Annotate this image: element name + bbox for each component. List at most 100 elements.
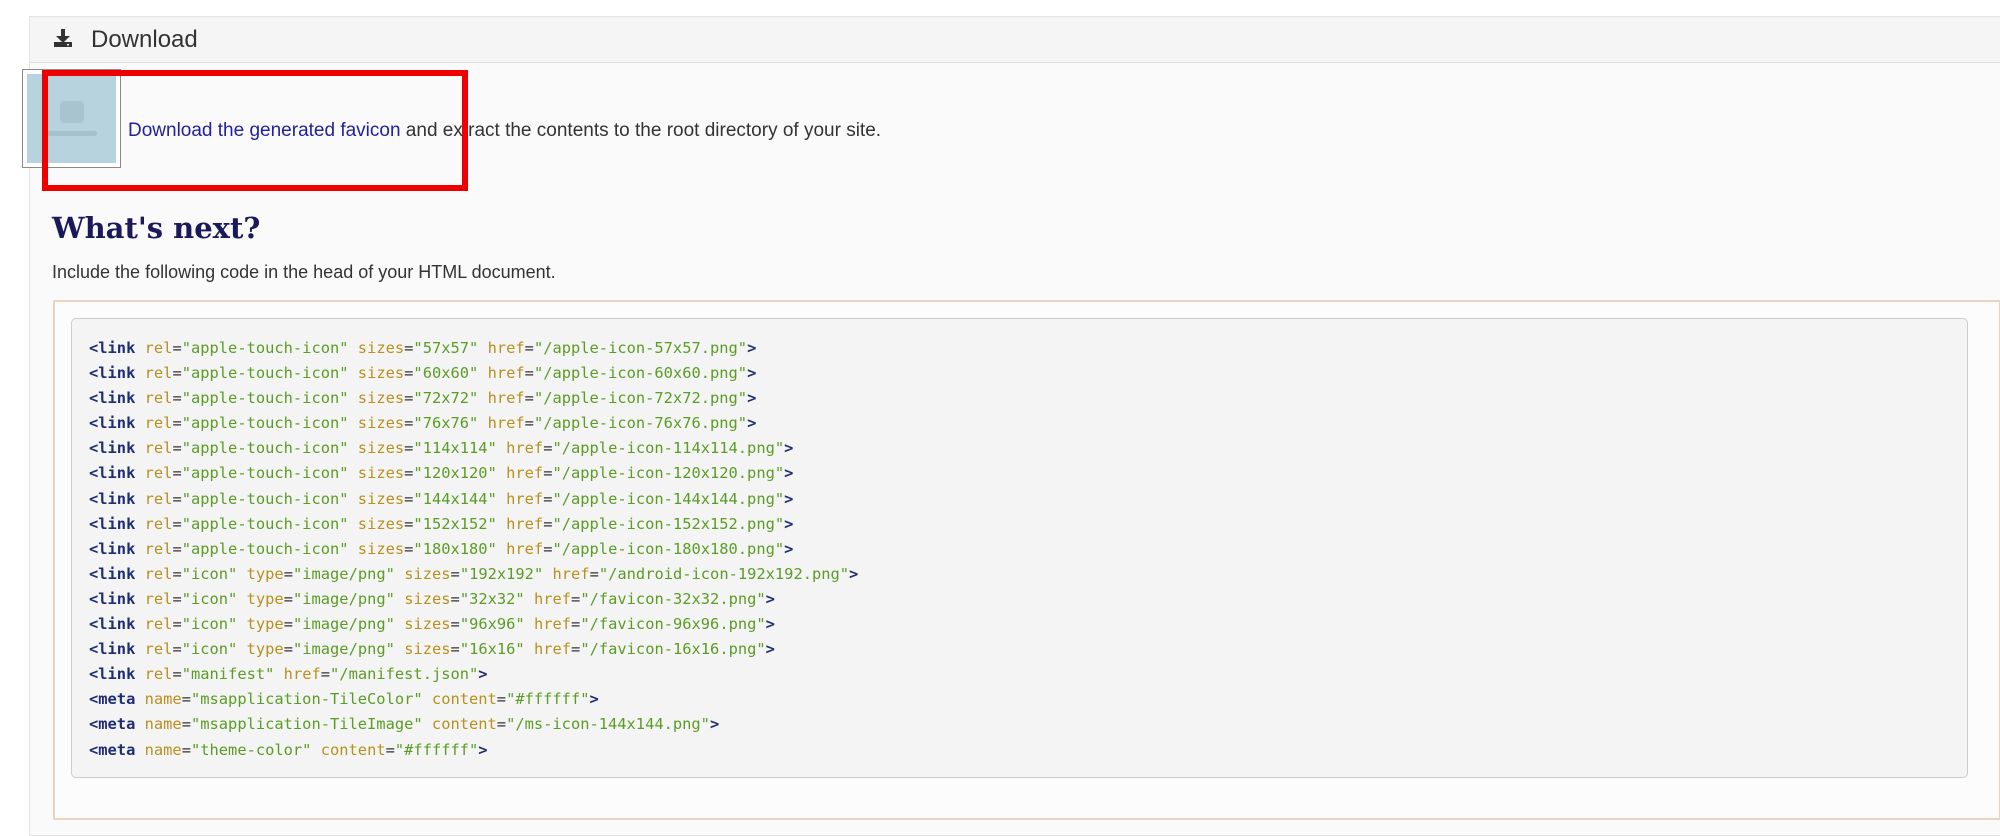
download-icon xyxy=(53,28,73,48)
code-attr-name: name xyxy=(144,690,182,709)
panel-header: Download xyxy=(30,17,2000,63)
code-attr-name: sizes xyxy=(357,339,405,357)
code-equals: = xyxy=(172,564,182,583)
code-attr-value: "76x76" xyxy=(413,414,479,433)
code-equals: = xyxy=(172,414,182,433)
code-tag-close: > xyxy=(478,665,488,684)
code-block[interactable]: <link rel="apple-touch-icon" sizes="57x5… xyxy=(71,318,1968,778)
code-equals: = xyxy=(571,589,581,608)
code-attr-value: "72x72" xyxy=(413,389,479,408)
code-attr-value: "manifest" xyxy=(181,665,275,684)
code-tag-close: > xyxy=(765,589,775,608)
code-attr-value: "/android-icon-192x192.png" xyxy=(598,564,850,583)
code-attr-value: "144x144" xyxy=(413,489,497,508)
code-attr-value: "120x120" xyxy=(413,464,497,483)
code-attr-name: href xyxy=(487,339,525,357)
code-equals: = xyxy=(283,589,293,608)
code-attr-name: content xyxy=(320,740,386,759)
code-attr-name: rel xyxy=(144,364,173,383)
code-attr-value: "apple-touch-icon" xyxy=(181,489,349,508)
code-equals: = xyxy=(283,640,293,659)
code-tag-close: > xyxy=(747,364,757,383)
code-attr-value: "/favicon-16x16.png" xyxy=(580,640,766,659)
code-attr-name: rel xyxy=(144,665,173,684)
code-attr-value: "180x180" xyxy=(413,539,497,558)
code-attr-value: "apple-touch-icon" xyxy=(181,339,349,357)
code-equals: = xyxy=(524,339,534,357)
code-attr-value: "apple-touch-icon" xyxy=(181,389,349,408)
code-line: <meta name="msapplication-TileImage" con… xyxy=(89,712,1950,737)
code-attr-value: "/favicon-32x32.png" xyxy=(580,589,766,608)
code-attr-value: "/favicon-96x96.png" xyxy=(580,615,766,634)
code-equals: = xyxy=(172,489,182,508)
code-attr-value: "192x192" xyxy=(459,564,544,583)
code-equals: = xyxy=(450,564,460,583)
code-attr-name: href xyxy=(506,439,544,458)
code-attr-value: "/apple-icon-60x60.png" xyxy=(533,364,748,383)
code-tag: <link xyxy=(89,514,136,533)
code-attr-name: rel xyxy=(144,539,173,558)
code-attr-name: rel xyxy=(144,414,173,433)
code-attr-value: "152x152" xyxy=(413,514,497,533)
code-equals: = xyxy=(181,740,191,759)
code-attr-value: "image/png" xyxy=(292,640,395,659)
code-line: <link rel="apple-touch-icon" sizes="144x… xyxy=(89,487,1950,512)
code-tag-close: > xyxy=(765,615,775,634)
code-equals: = xyxy=(172,464,182,483)
code-attr-value: "icon" xyxy=(181,615,238,634)
code-attr-name: href xyxy=(487,414,525,433)
code-tag: <link xyxy=(89,589,136,608)
code-attr-name: type xyxy=(246,589,284,608)
code-tag: <link xyxy=(89,564,136,583)
code-tag-close: > xyxy=(709,715,720,734)
code-tag: <link xyxy=(89,615,136,634)
code-attr-name: content xyxy=(431,715,497,734)
code-tag: <link xyxy=(89,389,136,408)
code-line: <meta name="theme-color" content="#fffff… xyxy=(89,738,1950,763)
code-tag-close: > xyxy=(784,489,794,508)
code-tag-close: > xyxy=(784,539,794,558)
code-attr-name: rel xyxy=(144,615,173,634)
code-equals: = xyxy=(172,539,182,558)
code-attr-name: rel xyxy=(144,339,173,357)
code-line: <link rel="apple-touch-icon" sizes="114x… xyxy=(89,436,1950,461)
code-attr-value: "apple-touch-icon" xyxy=(181,439,349,458)
code-attr-value: "apple-touch-icon" xyxy=(181,539,349,558)
code-tag-close: > xyxy=(478,740,488,759)
code-tag: <link xyxy=(89,414,136,433)
code-equals: = xyxy=(172,615,182,634)
code-attr-name: sizes xyxy=(357,414,405,433)
code-attr-value: "/apple-icon-72x72.png" xyxy=(533,389,748,408)
code-attr-value: "16x16" xyxy=(459,640,525,659)
code-attr-name: href xyxy=(506,514,544,533)
code-equals: = xyxy=(571,615,581,634)
code-equals: = xyxy=(524,364,534,383)
highlight-box xyxy=(42,70,468,191)
code-attr-name: sizes xyxy=(357,464,405,483)
code-attr-name: href xyxy=(506,464,544,483)
code-attr-name: rel xyxy=(144,439,173,458)
code-attr-name: href xyxy=(533,589,572,608)
code-attr-value: "/apple-icon-180x180.png" xyxy=(552,539,785,558)
code-tag: <meta xyxy=(89,690,136,709)
code-tag-close: > xyxy=(747,339,757,357)
code-attr-value: "/ms-icon-144x144.png" xyxy=(506,715,710,734)
code-attr-name: href xyxy=(283,665,321,684)
code-tag-close: > xyxy=(589,690,599,709)
code-equals: = xyxy=(496,715,507,734)
code-tag: <meta xyxy=(89,740,136,759)
code-equals: = xyxy=(172,589,182,608)
code-attr-name: href xyxy=(552,564,590,583)
code-line: <link rel="icon" type="image/png" sizes=… xyxy=(89,637,1950,662)
code-attr-value: "32x32" xyxy=(459,589,525,608)
code-equals: = xyxy=(172,665,182,684)
code-attr-name: href xyxy=(487,389,525,408)
code-tag-close: > xyxy=(747,389,757,408)
code-attr-name: type xyxy=(246,564,284,583)
code-tag-close: > xyxy=(747,414,757,433)
code-equals: = xyxy=(283,564,293,583)
code-attr-name: rel xyxy=(144,489,173,508)
code-tag: <link xyxy=(89,539,136,558)
code-attr-name: href xyxy=(506,489,544,508)
code-attr-value: "icon" xyxy=(181,640,238,659)
